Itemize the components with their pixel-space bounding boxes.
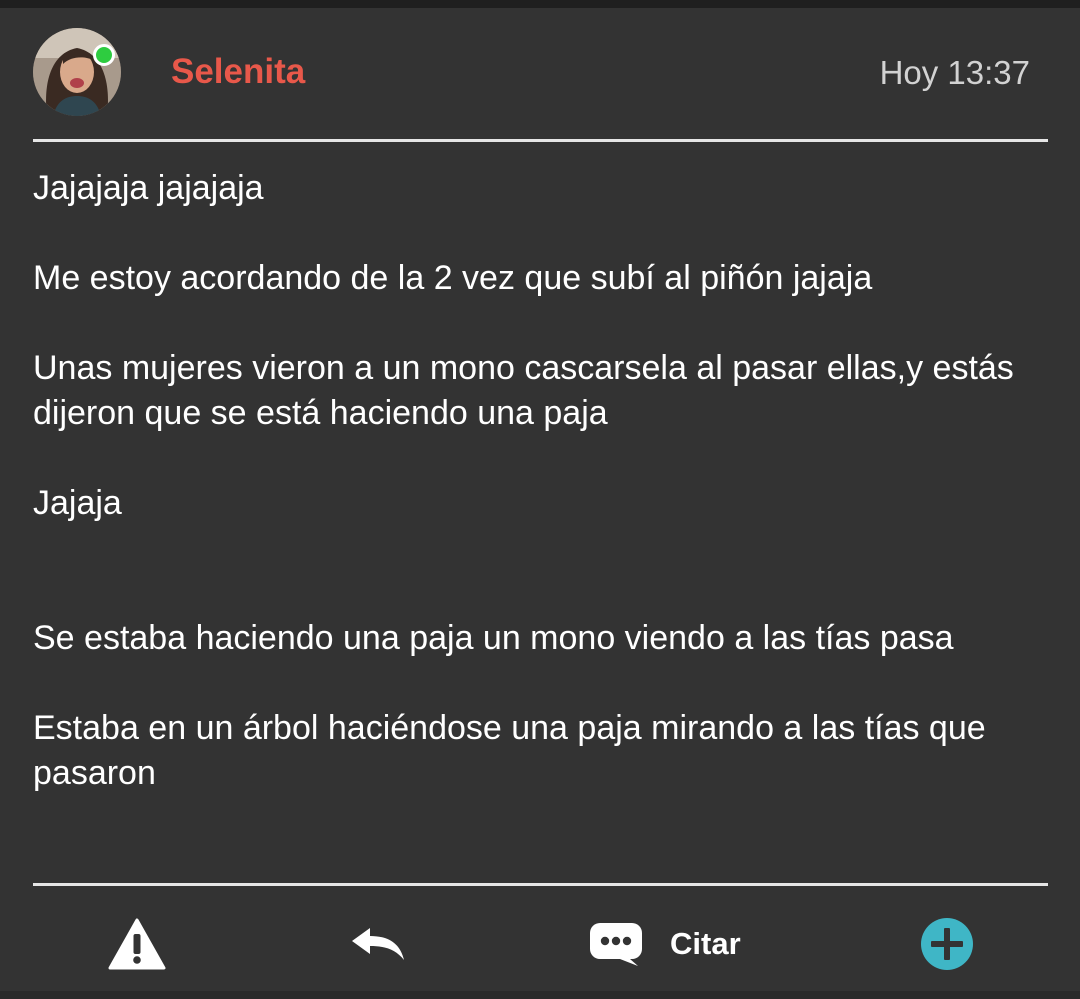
footer-divider [33, 883, 1048, 886]
post-actions: Citar [0, 888, 1080, 999]
post-timestamp: Hoy 13:37 [879, 54, 1030, 91]
message-paragraph: Me estoy acordando de la 2 vez que subí … [33, 259, 873, 297]
quote-button[interactable]: Citar [588, 888, 741, 999]
reply-arrow-icon [352, 927, 404, 960]
author-name[interactable]: Selenita [171, 52, 305, 92]
report-button[interactable] [108, 888, 166, 999]
avatar-image [33, 28, 121, 116]
online-status-indicator [93, 44, 115, 66]
message-body: Jajajaja jajajaja Me estoy acordando de … [33, 166, 1043, 841]
quote-label: Citar [670, 925, 741, 961]
avatar[interactable] [33, 28, 121, 116]
add-button[interactable] [920, 888, 974, 999]
post-header: Selenita Hoy 13:37 [0, 8, 1080, 140]
speech-bubble-icon [590, 922, 642, 966]
message-paragraph: Jajajaja jajajaja [33, 169, 264, 207]
message-paragraph: Estaba en un árbol haciéndose una paja m… [33, 709, 986, 792]
post-card: Selenita Hoy 13:37 Jajajaja jajajaja Me … [0, 0, 1080, 991]
message-paragraph: Unas mujeres vieron a un mono cascarsela… [33, 349, 1014, 432]
message-paragraph: Se estaba haciendo una paja un mono vien… [33, 619, 954, 657]
warning-icon [108, 918, 166, 969]
avatar-container[interactable] [33, 28, 121, 116]
reply-button[interactable] [350, 888, 406, 999]
header-divider [33, 139, 1048, 142]
plus-circle-icon [921, 917, 973, 970]
message-paragraph: Jajaja [33, 484, 122, 522]
